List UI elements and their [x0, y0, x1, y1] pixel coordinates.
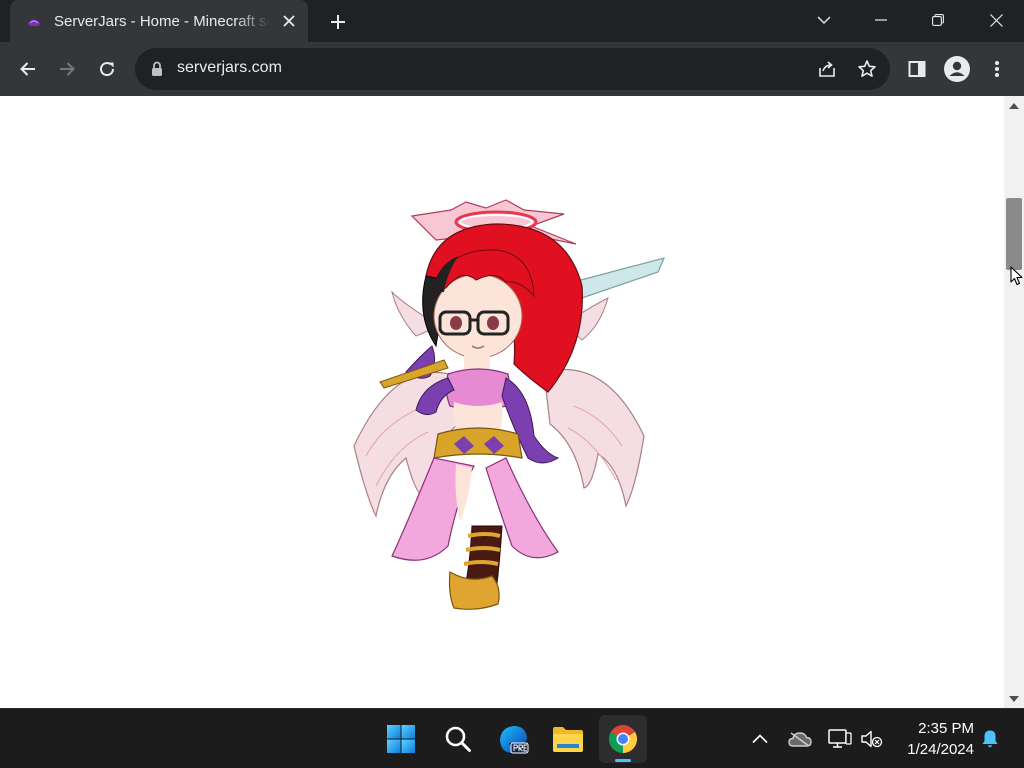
- share-icon[interactable]: [812, 54, 842, 84]
- profile-icon[interactable]: [941, 53, 973, 85]
- edge-preview-icon[interactable]: [489, 715, 537, 763]
- kebab-menu-icon[interactable]: [981, 53, 1013, 85]
- taskbar-clock[interactable]: 2:35 PM 1/24/2024: [892, 718, 974, 760]
- url-text[interactable]: serverjars.com: [177, 59, 282, 77]
- scroll-down-arrow-icon[interactable]: [1009, 696, 1019, 702]
- address-bar[interactable]: serverjars.com: [135, 48, 890, 90]
- chibi-angel-character-illustration: [353, 199, 666, 610]
- active-app-indicator: [615, 759, 631, 762]
- back-arrow-icon[interactable]: [12, 53, 44, 85]
- display-icon[interactable]: [826, 725, 854, 753]
- forward-arrow-icon[interactable]: [51, 53, 83, 85]
- star-icon[interactable]: [852, 54, 882, 84]
- clock-time: 2:35 PM: [918, 720, 974, 737]
- close-icon[interactable]: [968, 0, 1024, 40]
- tab-title: ServerJars - Home - Minecraft server jar…: [54, 12, 270, 30]
- vertical-scrollbar[interactable]: [1004, 96, 1024, 708]
- browser-toolbar: serverjars.com: [0, 42, 1024, 96]
- clock-date: 1/24/2024: [907, 741, 974, 758]
- chevron-up-icon[interactable]: [746, 725, 774, 753]
- chrome-icon[interactable]: [599, 715, 647, 763]
- onedrive-icon[interactable]: [786, 725, 814, 753]
- serverjars-favicon-icon: [26, 13, 42, 29]
- windows-start-icon[interactable]: [377, 715, 425, 763]
- windows-taskbar: 2:35 PM 1/24/2024: [0, 708, 1024, 768]
- minimize-icon[interactable]: [853, 0, 909, 40]
- search-icon[interactable]: [434, 715, 482, 763]
- file-explorer-icon[interactable]: [544, 715, 592, 763]
- reload-icon[interactable]: [91, 53, 123, 85]
- notification-bell-icon[interactable]: [976, 725, 1004, 753]
- scrollbar-thumb[interactable]: [1006, 198, 1022, 270]
- scroll-up-arrow-icon[interactable]: [1009, 103, 1019, 109]
- lock-icon[interactable]: [151, 61, 163, 77]
- side-panel-icon[interactable]: [901, 53, 933, 85]
- chevron-down-icon[interactable]: [796, 0, 852, 40]
- web-page-content: [0, 96, 1004, 708]
- volume-muted-icon[interactable]: [858, 725, 886, 753]
- tab-strip: ServerJars - Home - Minecraft server jar…: [0, 0, 1024, 42]
- tab-close-icon[interactable]: [278, 10, 300, 32]
- browser-tab[interactable]: ServerJars - Home - Minecraft server jar…: [10, 0, 308, 42]
- plus-icon[interactable]: [324, 8, 352, 36]
- restore-icon[interactable]: [910, 0, 966, 40]
- mouse-cursor-icon: [1010, 266, 1023, 286]
